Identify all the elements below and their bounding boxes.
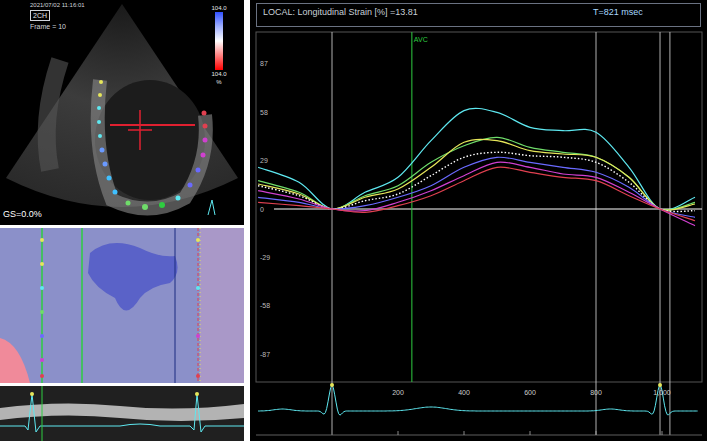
view-label: 2CH	[30, 10, 50, 21]
strain-chart[interactable]: 87 58 29 0 -29 -58 -87 AVC 200 400 600 800 1,000	[250, 27, 707, 439]
x-tick	[530, 431, 531, 435]
series-line	[258, 137, 695, 210]
y-tick-label: 29	[260, 157, 268, 164]
scale-unit: %	[216, 78, 221, 86]
measure-value: LOCAL: Longitudinal Strain [%] =13.81	[263, 7, 593, 18]
scale-bar	[215, 12, 223, 70]
x-tick	[596, 431, 597, 435]
series-line	[258, 108, 695, 210]
x-tick-label: 400	[458, 389, 470, 396]
x-tick-label: 800	[590, 389, 602, 396]
marker-label: AVC	[414, 36, 428, 43]
measure-header: LOCAL: Longitudinal Strain [%] =13.81 T=…	[256, 3, 701, 27]
x-tick-label: 200	[392, 389, 404, 396]
y-tick-label: 0	[260, 206, 264, 213]
timestamp: 2021/07/02 11:16:01	[30, 1, 85, 9]
series-line	[258, 167, 695, 221]
event-line	[332, 32, 333, 435]
event-line	[596, 32, 597, 435]
strain-series	[258, 137, 695, 210]
x-tick	[464, 431, 465, 435]
x-tick-label: 600	[524, 389, 536, 396]
event-line	[669, 32, 670, 435]
r-peak-dot	[330, 383, 334, 387]
y-tick-label: -87	[260, 351, 270, 358]
mmode-strip	[0, 386, 244, 441]
scale-min: 104.0	[211, 70, 226, 78]
scale-max: 104.0	[211, 4, 226, 12]
parametric-view[interactable]	[0, 228, 244, 383]
ecg-trace	[258, 385, 697, 415]
image-column: 2021/07/02 11:16:01 2CH Frame = 10 104.0…	[0, 0, 244, 445]
series-line	[258, 162, 695, 226]
series-line	[258, 152, 695, 211]
app: 2021/07/02 11:16:01 2CH Frame = 10 104.0…	[0, 0, 707, 445]
marker: AVC	[412, 32, 428, 382]
frame-label: Frame = 10	[30, 22, 66, 31]
ultrasound-view[interactable]: 2021/07/02 11:16:01 2CH Frame = 10 104.0…	[0, 0, 244, 225]
image-info: 2021/07/02 11:16:01 2CH Frame = 10	[30, 1, 85, 31]
y-tick-label: 87	[260, 60, 268, 67]
strain-series	[258, 108, 695, 210]
x-tick-label: 1,000	[653, 389, 671, 396]
parametric-image	[0, 228, 244, 383]
strain-series	[258, 152, 695, 211]
time-axis	[256, 435, 702, 436]
plot-frame	[256, 32, 702, 382]
mmode-image	[0, 386, 244, 441]
strain-series	[258, 167, 695, 221]
event-line	[660, 32, 661, 435]
time-value: T=821 msec	[593, 7, 643, 18]
marker-line	[411, 32, 412, 382]
y-tick-label: -58	[260, 302, 270, 309]
echo-image	[0, 0, 244, 225]
global-strain: GS=0.0%	[3, 209, 42, 220]
y-tick-label: -29	[260, 254, 270, 261]
x-tick	[662, 431, 663, 435]
r-peak-dot	[658, 383, 662, 387]
strain-panel: LOCAL: Longitudinal Strain [%] =13.81 T=…	[250, 0, 707, 441]
x-tick	[398, 431, 399, 435]
strain-series	[258, 162, 695, 226]
y-tick-label: 58	[260, 109, 268, 116]
color-scale: 104.0 104.0 %	[204, 4, 234, 86]
